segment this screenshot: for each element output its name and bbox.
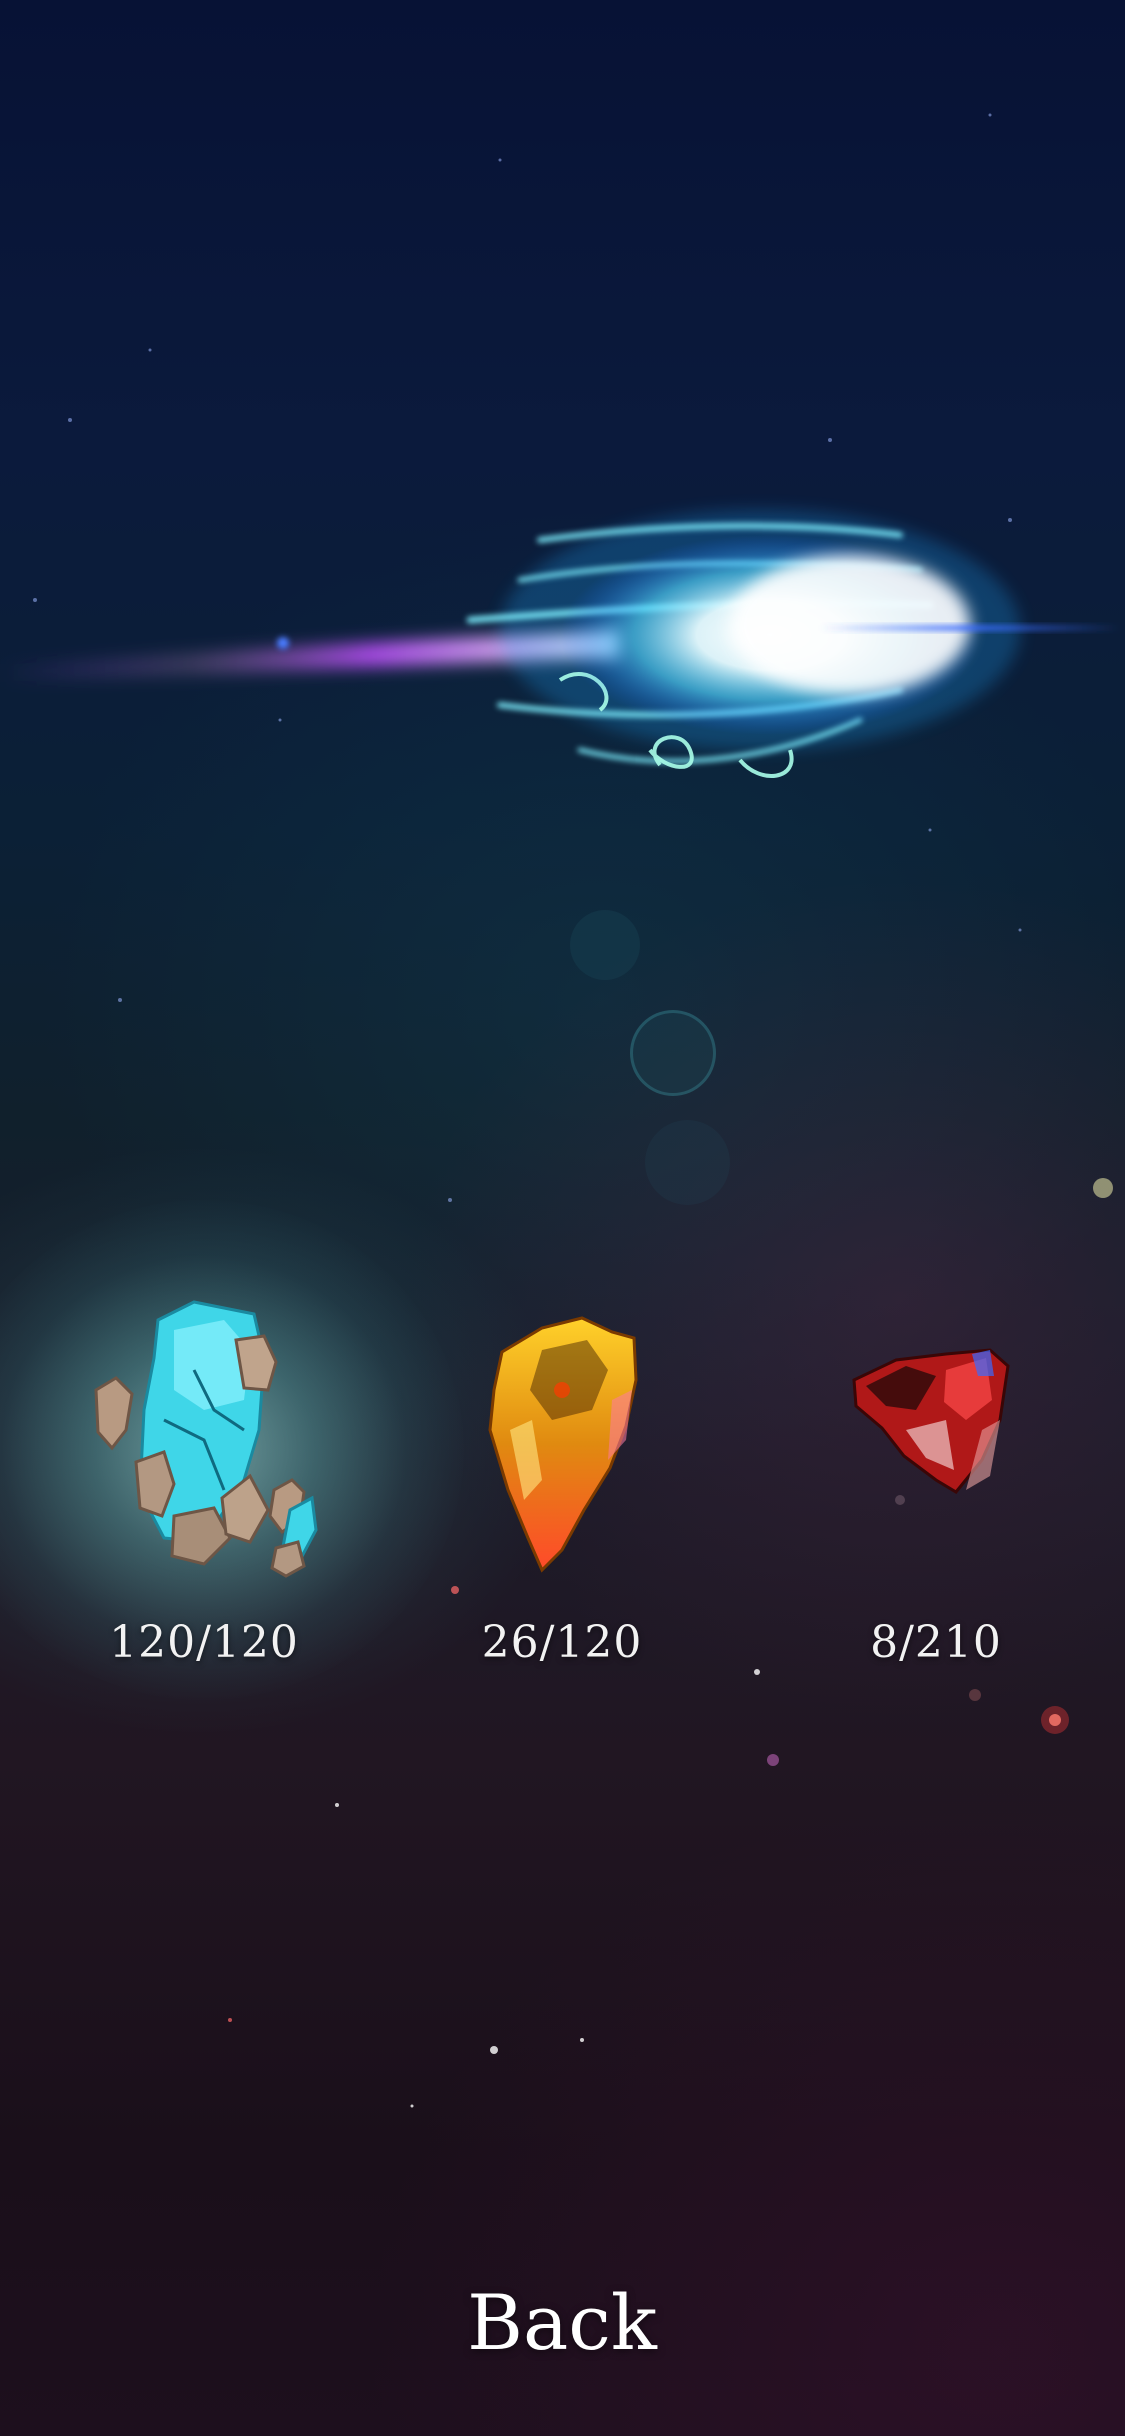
- comet-effect: [0, 510, 1120, 778]
- crystal-inventory-screen: 120/120 26/120 8/210 Back: [0, 0, 1125, 2436]
- crystal-count-amber: 26/120: [481, 1617, 643, 1668]
- crystal-slot-red[interactable]: 8/210: [786, 1280, 1086, 1700]
- crystal-count-cyan: 120/120: [109, 1617, 299, 1668]
- amber-crystal-icon: [488, 1316, 638, 1573]
- crystal-slot-amber[interactable]: 26/120: [412, 1280, 712, 1700]
- bokeh-light: [630, 1010, 716, 1096]
- crystal-slot-cyan[interactable]: 120/120: [0, 1200, 464, 1700]
- crystal-count-red: 8/210: [870, 1617, 1002, 1668]
- bokeh-light: [570, 910, 640, 980]
- red-crystal-icon: [852, 1348, 1010, 1494]
- bokeh-light: [645, 1120, 730, 1205]
- back-button[interactable]: Back: [362, 2262, 762, 2382]
- cyan-stone-crystal-icon: [94, 1300, 318, 1578]
